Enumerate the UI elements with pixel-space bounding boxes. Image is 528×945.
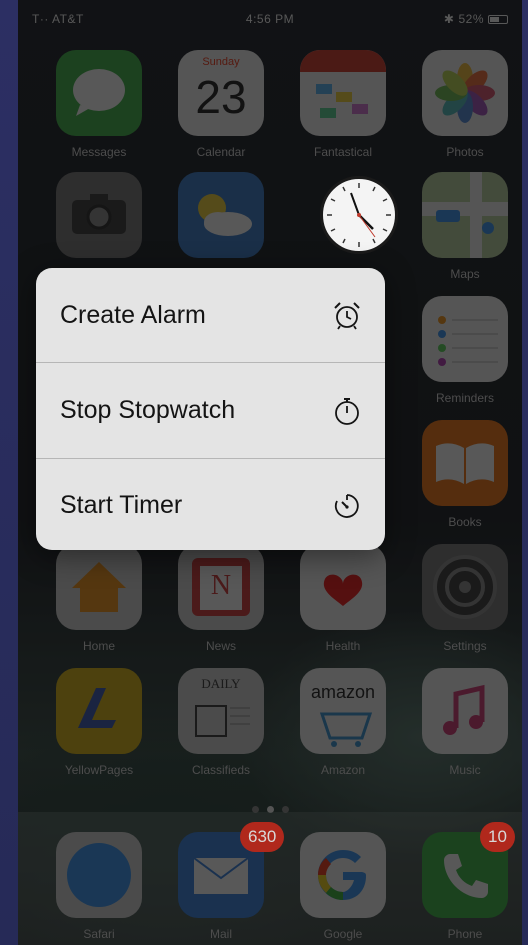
phone-screen: T·· AT&T 4:56 PM ✱ 52% Messages Sunday 2… [18, 0, 522, 945]
phone-badge: 10 [480, 822, 515, 852]
action-label: Start Timer [60, 491, 183, 519]
action-label: Stop Stopwatch [60, 396, 236, 424]
quick-actions-menu: Create Alarm Stop Stopwatch Start Timer [36, 268, 385, 550]
create-alarm-action[interactable]: Create Alarm [36, 268, 385, 363]
clock-app-icon-focused[interactable] [320, 176, 398, 254]
timer-icon [334, 494, 359, 518]
stop-stopwatch-action[interactable]: Stop Stopwatch [36, 363, 385, 458]
clock-face-icon [327, 183, 391, 247]
start-timer-action[interactable]: Start Timer [36, 458, 385, 550]
mail-badge: 630 [240, 822, 285, 852]
action-label: Create Alarm [60, 301, 206, 329]
stopwatch-icon [335, 398, 359, 425]
alarm-clock-icon [334, 302, 360, 330]
